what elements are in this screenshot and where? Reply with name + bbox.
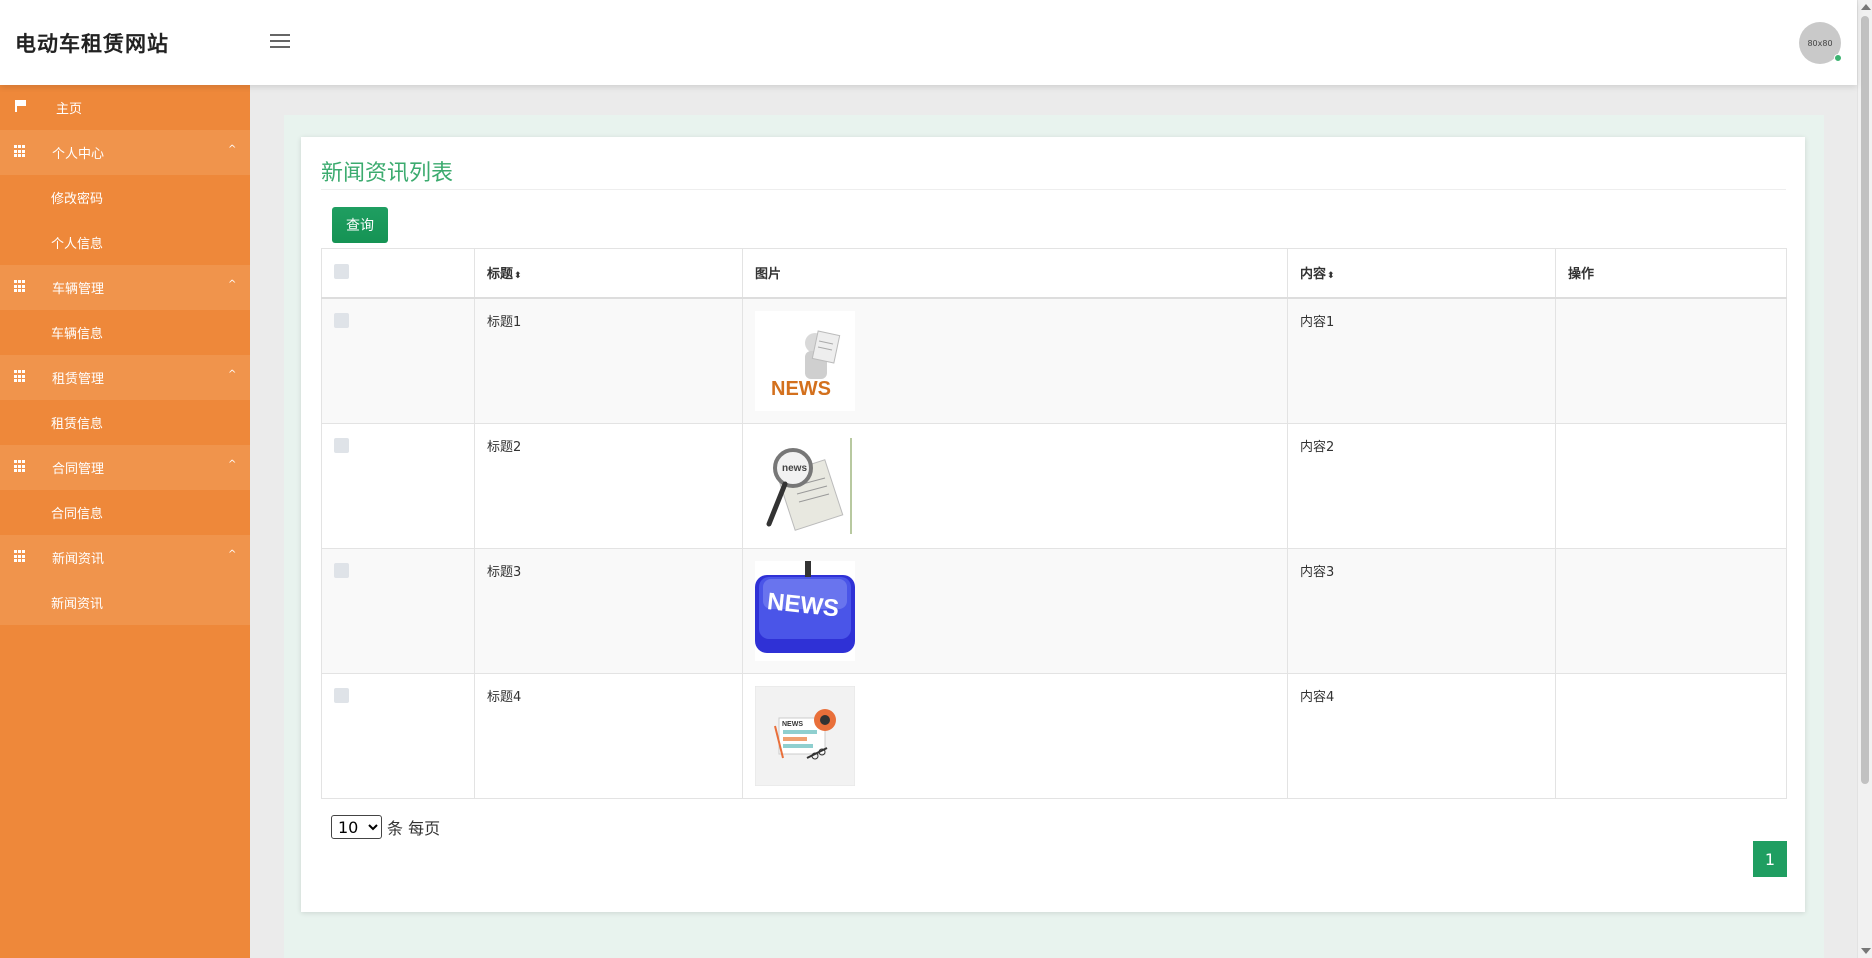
sidebar-item-change-password[interactable]: 修改密码: [0, 175, 250, 220]
column-header-content[interactable]: 内容⬍: [1287, 248, 1556, 299]
caret-up-icon: ^: [228, 369, 237, 380]
cell-content: 内容4: [1287, 672, 1556, 799]
menu-toggle-icon[interactable]: [270, 34, 290, 50]
sidebar-group-rental[interactable]: 租赁管理 ^: [0, 355, 250, 400]
table-header-row: 标题⬍ 图片 内容⬍ 操作: [321, 248, 1787, 299]
news-magnifier-image[interactable]: news: [755, 435, 855, 536]
online-status-dot: [1834, 54, 1842, 62]
scroll-down-arrow-icon[interactable]: [1861, 948, 1871, 954]
vertical-scrollbar[interactable]: [1857, 0, 1872, 958]
column-header-actions: 操作: [1555, 248, 1787, 299]
news-person-image[interactable]: NEWS: [755, 310, 855, 411]
news-key-image[interactable]: NEWS: [755, 560, 855, 661]
table-row: 标题4 NEWS 内容4: [321, 672, 1787, 799]
grid-icon: [14, 280, 27, 293]
cell-content: 内容2: [1287, 422, 1556, 549]
grid-icon: [14, 550, 27, 563]
sidebar-item-contract-info[interactable]: 合同信息: [0, 490, 250, 535]
grid-icon: [14, 370, 27, 383]
site-brand: 电动车租赁网站: [15, 32, 169, 56]
cell-title: 标题1: [474, 297, 743, 424]
sidebar-item-label: 主页: [56, 102, 83, 117]
column-header-image: 图片: [742, 248, 1288, 299]
sidebar-item-label: 个人中心: [52, 147, 105, 162]
sidebar-item-label: 修改密码: [51, 192, 104, 207]
row-checkbox[interactable]: [334, 687, 349, 703]
news-paper-image[interactable]: NEWS: [755, 685, 855, 786]
page-button-current[interactable]: 1: [1753, 841, 1787, 877]
top-header: 电动车租赁网站 80x80: [0, 0, 1857, 85]
page-size-select[interactable]: 10: [331, 815, 382, 839]
sidebar-group-personal[interactable]: 个人中心 ^: [0, 130, 250, 175]
divider: [321, 189, 1786, 190]
caret-up-icon: ^: [228, 549, 237, 560]
sidebar: 主页 个人中心 ^ 修改密码 个人信息 车辆管理 ^ 车辆信息 租赁管理 ^ 租…: [0, 85, 250, 958]
sidebar-item-label: 个人信息: [51, 237, 104, 252]
cell-actions: [1555, 422, 1787, 549]
sidebar-group-news[interactable]: 新闻资讯 ^: [0, 535, 250, 580]
sort-icon: ⬍: [1327, 271, 1335, 282]
svg-text:NEWS: NEWS: [771, 378, 831, 400]
cell-title: 标题3: [474, 547, 743, 674]
cell-content: 内容3: [1287, 547, 1556, 674]
row-checkbox[interactable]: [334, 437, 349, 453]
sidebar-item-label: 租赁信息: [51, 417, 104, 432]
select-all-cell: [321, 248, 475, 299]
table-row: 标题2 news 内容2: [321, 422, 1787, 549]
cell-content: 内容1: [1287, 297, 1556, 424]
cell-actions: [1555, 672, 1787, 799]
sidebar-item-label: 新闻资讯: [52, 552, 105, 567]
row-checkbox[interactable]: [334, 312, 349, 328]
sidebar-item-label: 车辆信息: [51, 327, 104, 342]
query-button[interactable]: 查询: [332, 207, 388, 243]
scroll-up-arrow-icon[interactable]: [1861, 4, 1871, 10]
svg-text:NEWS: NEWS: [782, 721, 803, 728]
sidebar-item-label: 合同管理: [52, 462, 105, 477]
select-all-checkbox[interactable]: [334, 264, 349, 280]
page-size-control: 10 条 每页: [331, 815, 440, 839]
column-header-title[interactable]: 标题⬍: [474, 248, 743, 299]
sort-icon: ⬍: [514, 271, 522, 282]
news-table: 标题⬍ 图片 内容⬍ 操作 标题1 NEWS 内容1 标题2 news 内容2 …: [321, 248, 1787, 799]
sidebar-item-label: 合同信息: [51, 507, 104, 522]
sidebar-item-news[interactable]: 新闻资讯: [0, 580, 250, 625]
page-size-label: 条 每页: [387, 819, 441, 838]
sidebar-item-label: 新闻资讯: [51, 597, 104, 612]
page-title: 新闻资讯列表: [321, 161, 454, 186]
sidebar-item-vehicle-info[interactable]: 车辆信息: [0, 310, 250, 355]
row-checkbox[interactable]: [334, 562, 349, 578]
sidebar-item-personal-info[interactable]: 个人信息: [0, 220, 250, 265]
caret-up-icon: ^: [228, 144, 237, 155]
cell-title: 标题2: [474, 422, 743, 549]
sidebar-item-label: 车辆管理: [52, 282, 105, 297]
caret-up-icon: ^: [228, 459, 237, 470]
cell-actions: [1555, 547, 1787, 674]
sidebar-group-vehicles[interactable]: 车辆管理 ^: [0, 265, 250, 310]
caret-up-icon: ^: [228, 279, 237, 290]
scrollbar-thumb[interactable]: [1861, 16, 1869, 784]
cell-actions: [1555, 297, 1787, 424]
grid-icon: [14, 145, 27, 158]
table-row: 标题3 NEWS 内容3: [321, 547, 1787, 674]
sidebar-item-home[interactable]: 主页: [0, 85, 250, 130]
sidebar-item-rental-info[interactable]: 租赁信息: [0, 400, 250, 445]
flag-icon: [14, 100, 27, 113]
svg-text:news: news: [782, 463, 807, 474]
table-row: 标题1 NEWS 内容1: [321, 297, 1787, 424]
sidebar-group-contracts[interactable]: 合同管理 ^: [0, 445, 250, 490]
grid-icon: [14, 460, 27, 473]
news-list-panel: 新闻资讯列表 查询 标题⬍ 图片 内容⬍ 操作 标题1 NEWS 内容1 标题2…: [301, 137, 1805, 912]
sidebar-item-label: 租赁管理: [52, 372, 105, 387]
cell-title: 标题4: [474, 672, 743, 799]
